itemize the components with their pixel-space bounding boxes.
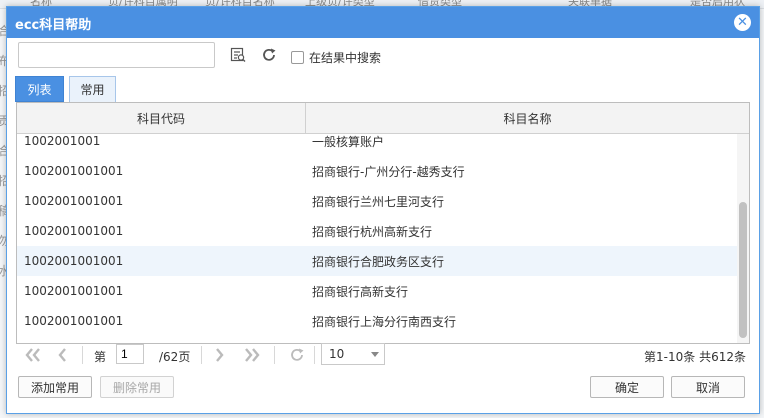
search-in-results-checkbox[interactable]: [291, 51, 304, 64]
pager-refresh-icon[interactable]: [286, 345, 308, 365]
search-input[interactable]: [18, 42, 215, 68]
account-code-cell: 1002001001001: [24, 314, 124, 328]
first-page-icon[interactable]: [22, 345, 44, 365]
table-row[interactable]: 1002001001001 招商银行高新支行: [17, 276, 737, 306]
search-in-results-label: 在结果中搜索: [309, 51, 382, 65]
account-help-dialog: ecc科目帮助 ✕ 在结果中搜索 列表 常用 科目代码 科目名称 1002001…: [6, 6, 760, 414]
account-code-cell: 1002001001001: [24, 224, 124, 238]
pager-separator: [314, 346, 315, 364]
account-name-cell: 招商银行兰州七里河支行: [312, 194, 445, 209]
table-row[interactable]: 1002001001001 招商银行杭州高新支行: [17, 216, 737, 246]
account-name-cell: 招商银行合肥政务区支行: [312, 254, 445, 269]
pager-separator: [201, 346, 202, 364]
page-prefix-label: 第: [94, 350, 107, 364]
account-table: 科目代码 科目名称 1002001001 一般核算账户 100200100100…: [16, 102, 750, 344]
next-page-icon[interactable]: [212, 345, 228, 365]
page-total-label: /62页: [159, 350, 191, 364]
pagination-bar: 第 /62页 10 第1-10条 共612条: [16, 343, 748, 367]
account-name-cell: 招商银行-广州分行-越秀支行: [312, 164, 465, 179]
ok-button[interactable]: 确定: [590, 376, 664, 398]
tab-common[interactable]: 常用: [69, 76, 116, 102]
table-header: 科目代码 科目名称: [17, 103, 749, 134]
page-size-value: 10: [329, 347, 345, 361]
account-name-cell: 招商银行上海分行南西支行: [312, 314, 457, 329]
account-name-cell: 招商银行杭州高新支行: [312, 224, 433, 239]
close-icon[interactable]: ✕: [734, 14, 751, 31]
add-common-button[interactable]: 添加常用: [18, 376, 92, 398]
table-row[interactable]: 1002001001001 招商银行-广州分行-越秀支行: [17, 156, 737, 186]
previous-page-icon[interactable]: [54, 345, 70, 365]
column-header-account-name[interactable]: 科目名称: [306, 103, 749, 133]
account-code-cell: 1002001001: [24, 134, 101, 148]
record-count-info: 第1-10条 共612条: [644, 350, 746, 364]
page-number-input[interactable]: [116, 344, 144, 364]
table-vertical-scrollbar[interactable]: [737, 134, 749, 343]
pager-separator: [82, 346, 83, 364]
scrollbar-thumb[interactable]: [739, 202, 747, 338]
tab-list[interactable]: 列表: [15, 76, 64, 102]
account-name-cell: 招商银行高新支行: [312, 284, 409, 299]
refresh-icon[interactable]: [260, 46, 278, 64]
table-row[interactable]: 1002001001001 招商银行上海分行南西支行: [17, 306, 737, 336]
pager-separator: [274, 346, 275, 364]
table-row-highlighted[interactable]: 1002001001001 招商银行合肥政务区支行: [17, 246, 737, 276]
list-search-icon[interactable]: [229, 46, 247, 64]
account-name-cell: 一般核算账户: [312, 134, 385, 149]
account-code-cell: 1002001001001: [24, 254, 124, 268]
column-header-account-code[interactable]: 科目代码: [17, 103, 306, 133]
account-code-cell: 1002001001001: [24, 194, 124, 208]
page-size-select[interactable]: 10: [321, 343, 385, 365]
account-code-cell: 1002001001001: [24, 164, 124, 178]
table-body: 1002001001 一般核算账户 1002001001001 招商银行-广州分…: [17, 134, 737, 343]
cancel-button[interactable]: 取消: [671, 376, 745, 398]
account-code-cell: 1002001001001: [24, 284, 124, 298]
table-row[interactable]: 1002001001001 招商银行兰州七里河支行: [17, 186, 737, 216]
last-page-icon[interactable]: [241, 345, 263, 365]
dialog-titlebar[interactable]: ecc科目帮助 ✕: [7, 7, 759, 38]
dialog-title: ecc科目帮助: [15, 18, 92, 33]
remove-common-button[interactable]: 删除常用: [100, 376, 174, 398]
table-row[interactable]: 1002001001 一般核算账户: [17, 134, 737, 156]
search-in-results-option[interactable]: 在结果中搜索: [291, 49, 381, 66]
chevron-down-icon: [371, 352, 379, 357]
